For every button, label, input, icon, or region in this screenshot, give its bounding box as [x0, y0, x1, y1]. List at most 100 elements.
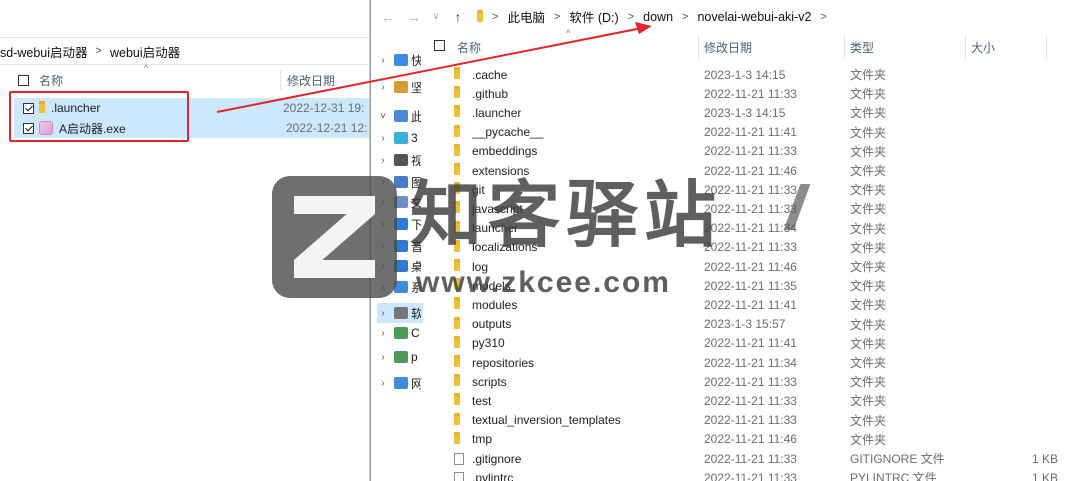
music-icon [394, 240, 408, 252]
file-row[interactable]: textual_inversion_templates 2022-11-21 11… [421, 411, 1080, 430]
nav-item[interactable]: ›系 [377, 277, 423, 297]
column-header-type[interactable]: 类型 [850, 39, 874, 56]
nav-item[interactable]: ›桌 [377, 256, 423, 276]
file-row[interactable]: py310 2022-11-21 11:41 文件夹 [421, 334, 1080, 353]
breadcrumb-item[interactable]: down [643, 10, 673, 24]
select-all-checkbox[interactable] [434, 40, 445, 51]
cube-icon [394, 132, 408, 144]
chevron-right-icon[interactable]: › [377, 352, 389, 363]
file-row[interactable]: models 2022-11-21 11:35 文件夹 [421, 276, 1080, 295]
breadcrumb-separator-icon: > [492, 10, 499, 23]
folder-icon [454, 163, 460, 175]
file-row[interactable]: outputs 2023-1-3 15:57 文件夹 [421, 315, 1080, 334]
file-row[interactable]: launcher 2022-11-21 11:34 文件夹 [421, 219, 1080, 238]
file-row[interactable]: .github 2022-11-21 11:33 文件夹 [421, 84, 1080, 103]
nav-item[interactable]: ›图 [377, 172, 423, 192]
breadcrumb-item[interactable]: webui启动器 [110, 42, 180, 61]
nav-item[interactable]: › C [377, 323, 423, 343]
chevron-right-icon[interactable]: › [377, 197, 389, 208]
file-type: 文件夹 [850, 106, 887, 121]
file-row[interactable]: __pycache__ 2022-11-21 11:41 文件夹 [421, 123, 1080, 142]
nav-item[interactable]: ›视 [377, 150, 423, 170]
nav-item[interactable]: ›软 [377, 303, 423, 323]
recent-dropdown-icon[interactable]: ∨ [431, 11, 441, 22]
chevron-right-icon[interactable]: › [377, 282, 389, 293]
chevron-right-icon[interactable]: › [377, 177, 389, 188]
column-header-name[interactable]: 名称 [457, 39, 481, 56]
chevron-right-icon[interactable]: › [377, 55, 389, 66]
file-row[interactable]: .gitignore 2022-11-21 11:33 GITIGNORE 文件 1 … [421, 449, 1080, 468]
file-date: 2022-11-21 11:33 [704, 86, 797, 101]
column-divider[interactable] [965, 35, 966, 59]
file-name: __pycache__ [472, 125, 544, 140]
file-row[interactable]: test 2022-11-21 11:33 文件夹 [421, 391, 1080, 410]
file-type: GITIGNORE 文件 [850, 452, 945, 466]
column-header-date[interactable]: 修改日期 [704, 39, 752, 56]
file-row[interactable]: .launcher 2023-1-3 14:15 文件夹 [421, 103, 1080, 122]
chevron-right-icon[interactable]: › [377, 155, 389, 166]
file-row[interactable]: modules 2022-11-21 11:41 文件夹 [421, 295, 1080, 314]
chevron-right-icon[interactable]: › [377, 308, 389, 319]
chevron-down-icon[interactable]: ˅ [377, 111, 389, 122]
file-row[interactable]: git 2022-11-21 11:33 文件夹 [421, 180, 1080, 199]
column-header-date[interactable]: 修改日期 [287, 72, 335, 89]
file-row[interactable]: .pylintrc 2022-11-21 11:33 PYLINTRC 文件 1 KB [421, 468, 1080, 481]
nav-item[interactable]: ›快 [377, 50, 423, 70]
nav-item[interactable]: ›下 [377, 214, 423, 234]
breadcrumb-item[interactable]: 软件 (D:) [569, 7, 618, 26]
nav-item[interactable]: ›音 [377, 236, 423, 256]
file-date: 2022-11-21 11:33 [704, 201, 797, 216]
column-divider[interactable] [698, 35, 699, 59]
file-row[interactable]: .cache 2023-1-3 14:15 文件夹 [421, 65, 1080, 84]
chevron-right-icon[interactable]: › [377, 219, 389, 230]
up-arrow-icon[interactable]: ↑ [449, 9, 467, 25]
column-header-size[interactable]: 大小 [971, 39, 995, 56]
chevron-right-icon[interactable]: › [377, 261, 389, 272]
file-row[interactable]: extensions 2022-11-21 11:46 文件夹 [421, 161, 1080, 180]
file-date: 2022-11-21 11:34 [704, 221, 797, 236]
file-row[interactable]: scripts 2022-11-21 11:33 文件夹 [421, 372, 1080, 391]
breadcrumb-item[interactable]: sd-webui启动器 [0, 42, 88, 61]
nav-item-label: 文 [411, 194, 421, 211]
file-date: 2023-1-3 14:15 [704, 67, 786, 82]
breadcrumb-item[interactable]: novelai-webui-aki-v2 [697, 10, 811, 24]
desktop-icon [394, 260, 408, 272]
nav-item[interactable]: ›网 [377, 373, 423, 393]
file-name: .pylintrc [472, 470, 514, 481]
nav-item[interactable]: ˅此 [377, 106, 423, 126]
column-header-name[interactable]: 名称 [39, 72, 287, 89]
column-divider[interactable] [844, 35, 845, 59]
chevron-right-icon[interactable]: › [377, 241, 389, 252]
select-all-checkbox[interactable] [18, 74, 29, 86]
computer-icon [394, 110, 408, 122]
nav-item[interactable]: › 3 [377, 128, 423, 148]
nav-item[interactable]: ›文 [377, 192, 423, 212]
file-type: 文件夹 [850, 144, 887, 159]
column-divider[interactable] [280, 70, 281, 90]
back-arrow-icon[interactable]: ← [379, 9, 397, 25]
file-row[interactable]: javascript 2022-11-21 11:33 文件夹 [421, 199, 1080, 218]
forward-arrow-icon[interactable]: → [405, 9, 423, 25]
right-address-bar[interactable]: > 此电脑 > 软件 (D:) > down > novelai-webui-a… [477, 7, 836, 26]
file-row[interactable]: localizations 2022-11-21 11:33 文件夹 [421, 238, 1080, 257]
file-row[interactable]: repositories 2022-11-21 11:34 文件夹 [421, 353, 1080, 372]
picture-icon [394, 176, 408, 188]
chevron-right-icon[interactable]: › [377, 82, 389, 93]
folder-icon [454, 124, 460, 137]
file-name: embeddings [472, 144, 538, 159]
file-name: .cache [472, 67, 508, 82]
chevron-right-icon[interactable]: › [377, 378, 389, 389]
nav-item-label: 软 [411, 305, 421, 322]
file-row[interactable]: log 2022-11-21 11:46 文件夹 [421, 257, 1080, 276]
chevron-right-icon[interactable]: › [377, 328, 389, 339]
file-row[interactable]: embeddings 2022-11-21 11:33 文件夹 [421, 142, 1080, 161]
file-name: repositories [472, 355, 535, 370]
file-row[interactable]: tmp 2022-11-21 11:46 文件夹 [421, 430, 1080, 449]
chevron-right-icon[interactable]: › [377, 133, 389, 144]
file-type: 文件夹 [850, 298, 887, 313]
left-address-bar[interactable]: sd-webui启动器 > webui启动器 [0, 37, 369, 65]
nav-item[interactable]: ›坚 [377, 77, 423, 97]
nav-item[interactable]: › p [377, 347, 423, 367]
breadcrumb-item[interactable]: 此电脑 [507, 7, 545, 26]
column-divider[interactable] [1046, 35, 1047, 59]
